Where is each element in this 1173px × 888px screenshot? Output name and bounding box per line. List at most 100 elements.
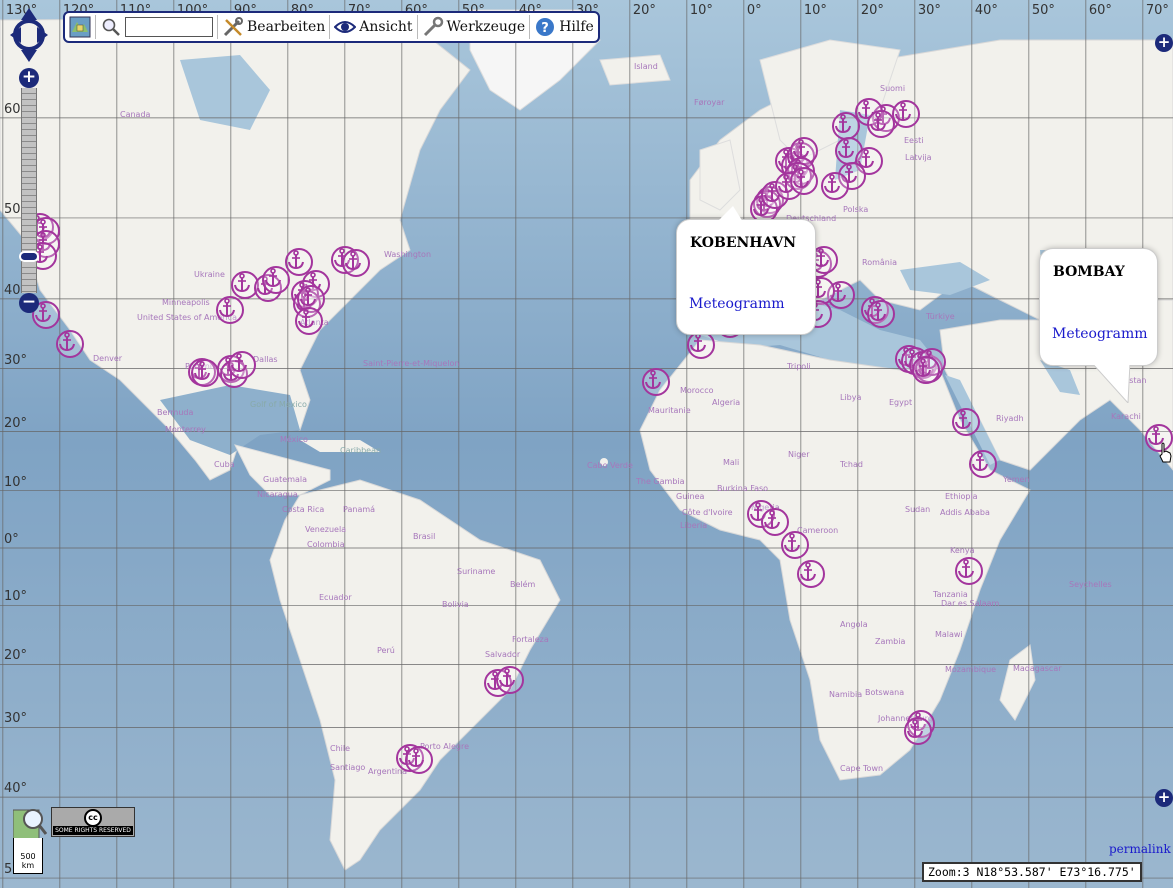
tools-menu-button[interactable]: Werkzeuge xyxy=(422,16,526,38)
latitude-label: 10° xyxy=(4,474,28,490)
place-label: Seychelles xyxy=(1069,580,1112,589)
map-canvas[interactable]: 130°120°110°100°90°80°70°60°50°40°30°20°… xyxy=(0,0,1173,888)
help-icon: ? xyxy=(534,16,556,38)
place-label: Yemen xyxy=(1003,475,1030,484)
tools-menu-label: Werkzeuge xyxy=(446,19,526,35)
place-label: Dallas xyxy=(253,355,278,364)
place-label: Latvija xyxy=(905,153,932,162)
place-label: Bolivia xyxy=(442,600,469,609)
overview-map-expand-icon[interactable]: + xyxy=(1155,789,1173,807)
place-label: Morocco xyxy=(680,386,714,395)
openseamap-logo-icon[interactable] xyxy=(12,806,48,842)
pan-down-arrow xyxy=(21,50,37,62)
help-menu-button[interactable]: ? Hilfe xyxy=(534,16,594,38)
scale-label: 500 km xyxy=(20,852,36,870)
harbour-popup: BOMBAY Meteogramm xyxy=(1039,248,1158,403)
harbour-anchor-icon[interactable] xyxy=(342,248,371,277)
latitude-label: 30° xyxy=(4,711,28,727)
place-label: Tanzania xyxy=(933,590,968,599)
place-label: Namibia xyxy=(829,690,863,699)
place-label: Ethiopia xyxy=(945,492,978,501)
longitude-label: 60° xyxy=(1088,3,1112,18)
latitude-label: 30° xyxy=(4,352,28,368)
place-label: Cuba xyxy=(214,460,235,469)
help-menu-label: Hilfe xyxy=(559,19,594,35)
search-input[interactable] xyxy=(125,17,213,37)
edit-menu-button[interactable]: Bearbeiten xyxy=(222,16,325,38)
place-label: Angola xyxy=(840,620,868,629)
zoom-slider[interactable] xyxy=(21,88,37,293)
harbour-anchor-icon[interactable] xyxy=(789,166,818,195)
place-label: Liberia xyxy=(680,521,708,530)
harbour-anchor-icon[interactable] xyxy=(903,716,932,745)
graticule xyxy=(0,0,1173,888)
place-label: Canada xyxy=(120,110,151,119)
harbour-anchor-icon[interactable] xyxy=(404,745,433,774)
place-label: Chile xyxy=(330,744,351,753)
harbour-anchor-icon[interactable] xyxy=(642,367,671,396)
place-label: Mali xyxy=(723,458,740,467)
place-label: Perú xyxy=(377,646,395,655)
place-label: Malawi xyxy=(935,630,963,639)
zoom-in-button[interactable]: + xyxy=(19,68,39,88)
eye-icon xyxy=(334,16,357,38)
place-label: Fortaleza xyxy=(512,635,549,644)
place-label: The Gambia xyxy=(636,477,685,486)
harbour-anchor-icon[interactable] xyxy=(686,331,715,360)
view-menu-button[interactable]: Ansicht xyxy=(334,16,413,38)
place-label: Türkiye xyxy=(926,312,955,321)
popup-tail xyxy=(1092,363,1130,403)
place-label: Dar es Salaam xyxy=(941,599,1000,608)
harbour-anchor-icon[interactable] xyxy=(55,329,84,358)
layer-switcher-expand-icon[interactable]: + xyxy=(1155,34,1173,52)
harbour-anchor-icon[interactable] xyxy=(215,295,244,324)
coordinate-readout: Zoom:3 N18°53.587' E73°16.775' xyxy=(922,862,1142,882)
harbour-anchor-icon[interactable] xyxy=(866,109,895,138)
place-label: Salvador xyxy=(485,650,521,659)
water-label: Caribbean xyxy=(340,446,382,455)
harbour-anchor-icon[interactable] xyxy=(496,665,525,694)
longitude-label: 10° xyxy=(689,3,713,18)
map-icon[interactable] xyxy=(69,16,91,38)
cc-text: SOME RIGHTS RESERVED xyxy=(53,826,133,835)
place-label: Polska xyxy=(843,205,869,214)
cc-logo-icon: cc xyxy=(84,809,102,827)
pan-control[interactable] xyxy=(10,8,48,62)
longitude-label: 70° xyxy=(1145,3,1169,18)
place-label: Ecuador xyxy=(319,593,352,602)
harbour-anchor-icon[interactable] xyxy=(955,556,983,585)
latitude-label: 20° xyxy=(4,415,28,431)
place-label: Suomi xyxy=(880,84,906,93)
harbour-anchor-icon[interactable] xyxy=(797,559,826,588)
view-menu-label: Ansicht xyxy=(359,19,413,35)
toolbar-separator xyxy=(217,15,218,39)
permalink-link[interactable]: permalink xyxy=(1109,842,1171,856)
meteogram-link[interactable]: Meteogramm xyxy=(1052,326,1148,342)
place-label: Føroyar xyxy=(694,98,725,107)
toolbar-separator xyxy=(416,15,418,39)
place-label: Colombia xyxy=(307,540,345,549)
harbour-anchor-icon[interactable] xyxy=(912,355,941,384)
zoom-slider-handle[interactable] xyxy=(19,251,39,262)
search-icon[interactable] xyxy=(100,16,122,38)
longitude-label: 20° xyxy=(632,3,656,18)
zoom-out-button[interactable]: − xyxy=(19,293,39,313)
longitude-label: 50° xyxy=(1031,3,1055,18)
place-label: Brasil xyxy=(413,532,436,541)
meteogram-link[interactable]: Meteogramm xyxy=(689,296,785,312)
pan-up-arrow xyxy=(21,8,37,20)
place-label: Libya xyxy=(840,393,862,402)
longitude-label: 40° xyxy=(974,3,998,18)
place-label: Cabo Verde xyxy=(587,461,633,470)
toolbar-separator xyxy=(329,15,331,39)
water-label: Golf of Mexico xyxy=(250,400,307,409)
creative-commons-badge[interactable]: cc SOME RIGHTS RESERVED xyxy=(51,807,135,837)
longitude-label: 0° xyxy=(746,3,762,18)
place-label: Monterrey xyxy=(165,425,206,434)
place-label: Minneapolis xyxy=(162,298,210,307)
place-label: Madagascar xyxy=(1013,664,1062,673)
harbour-anchor-icon[interactable] xyxy=(866,299,895,328)
harbour-anchor-icon[interactable] xyxy=(821,171,850,200)
place-label: Washington xyxy=(384,250,432,259)
toolbar: Bearbeiten Ansicht Werkzeuge ? Hilfe xyxy=(63,11,600,43)
